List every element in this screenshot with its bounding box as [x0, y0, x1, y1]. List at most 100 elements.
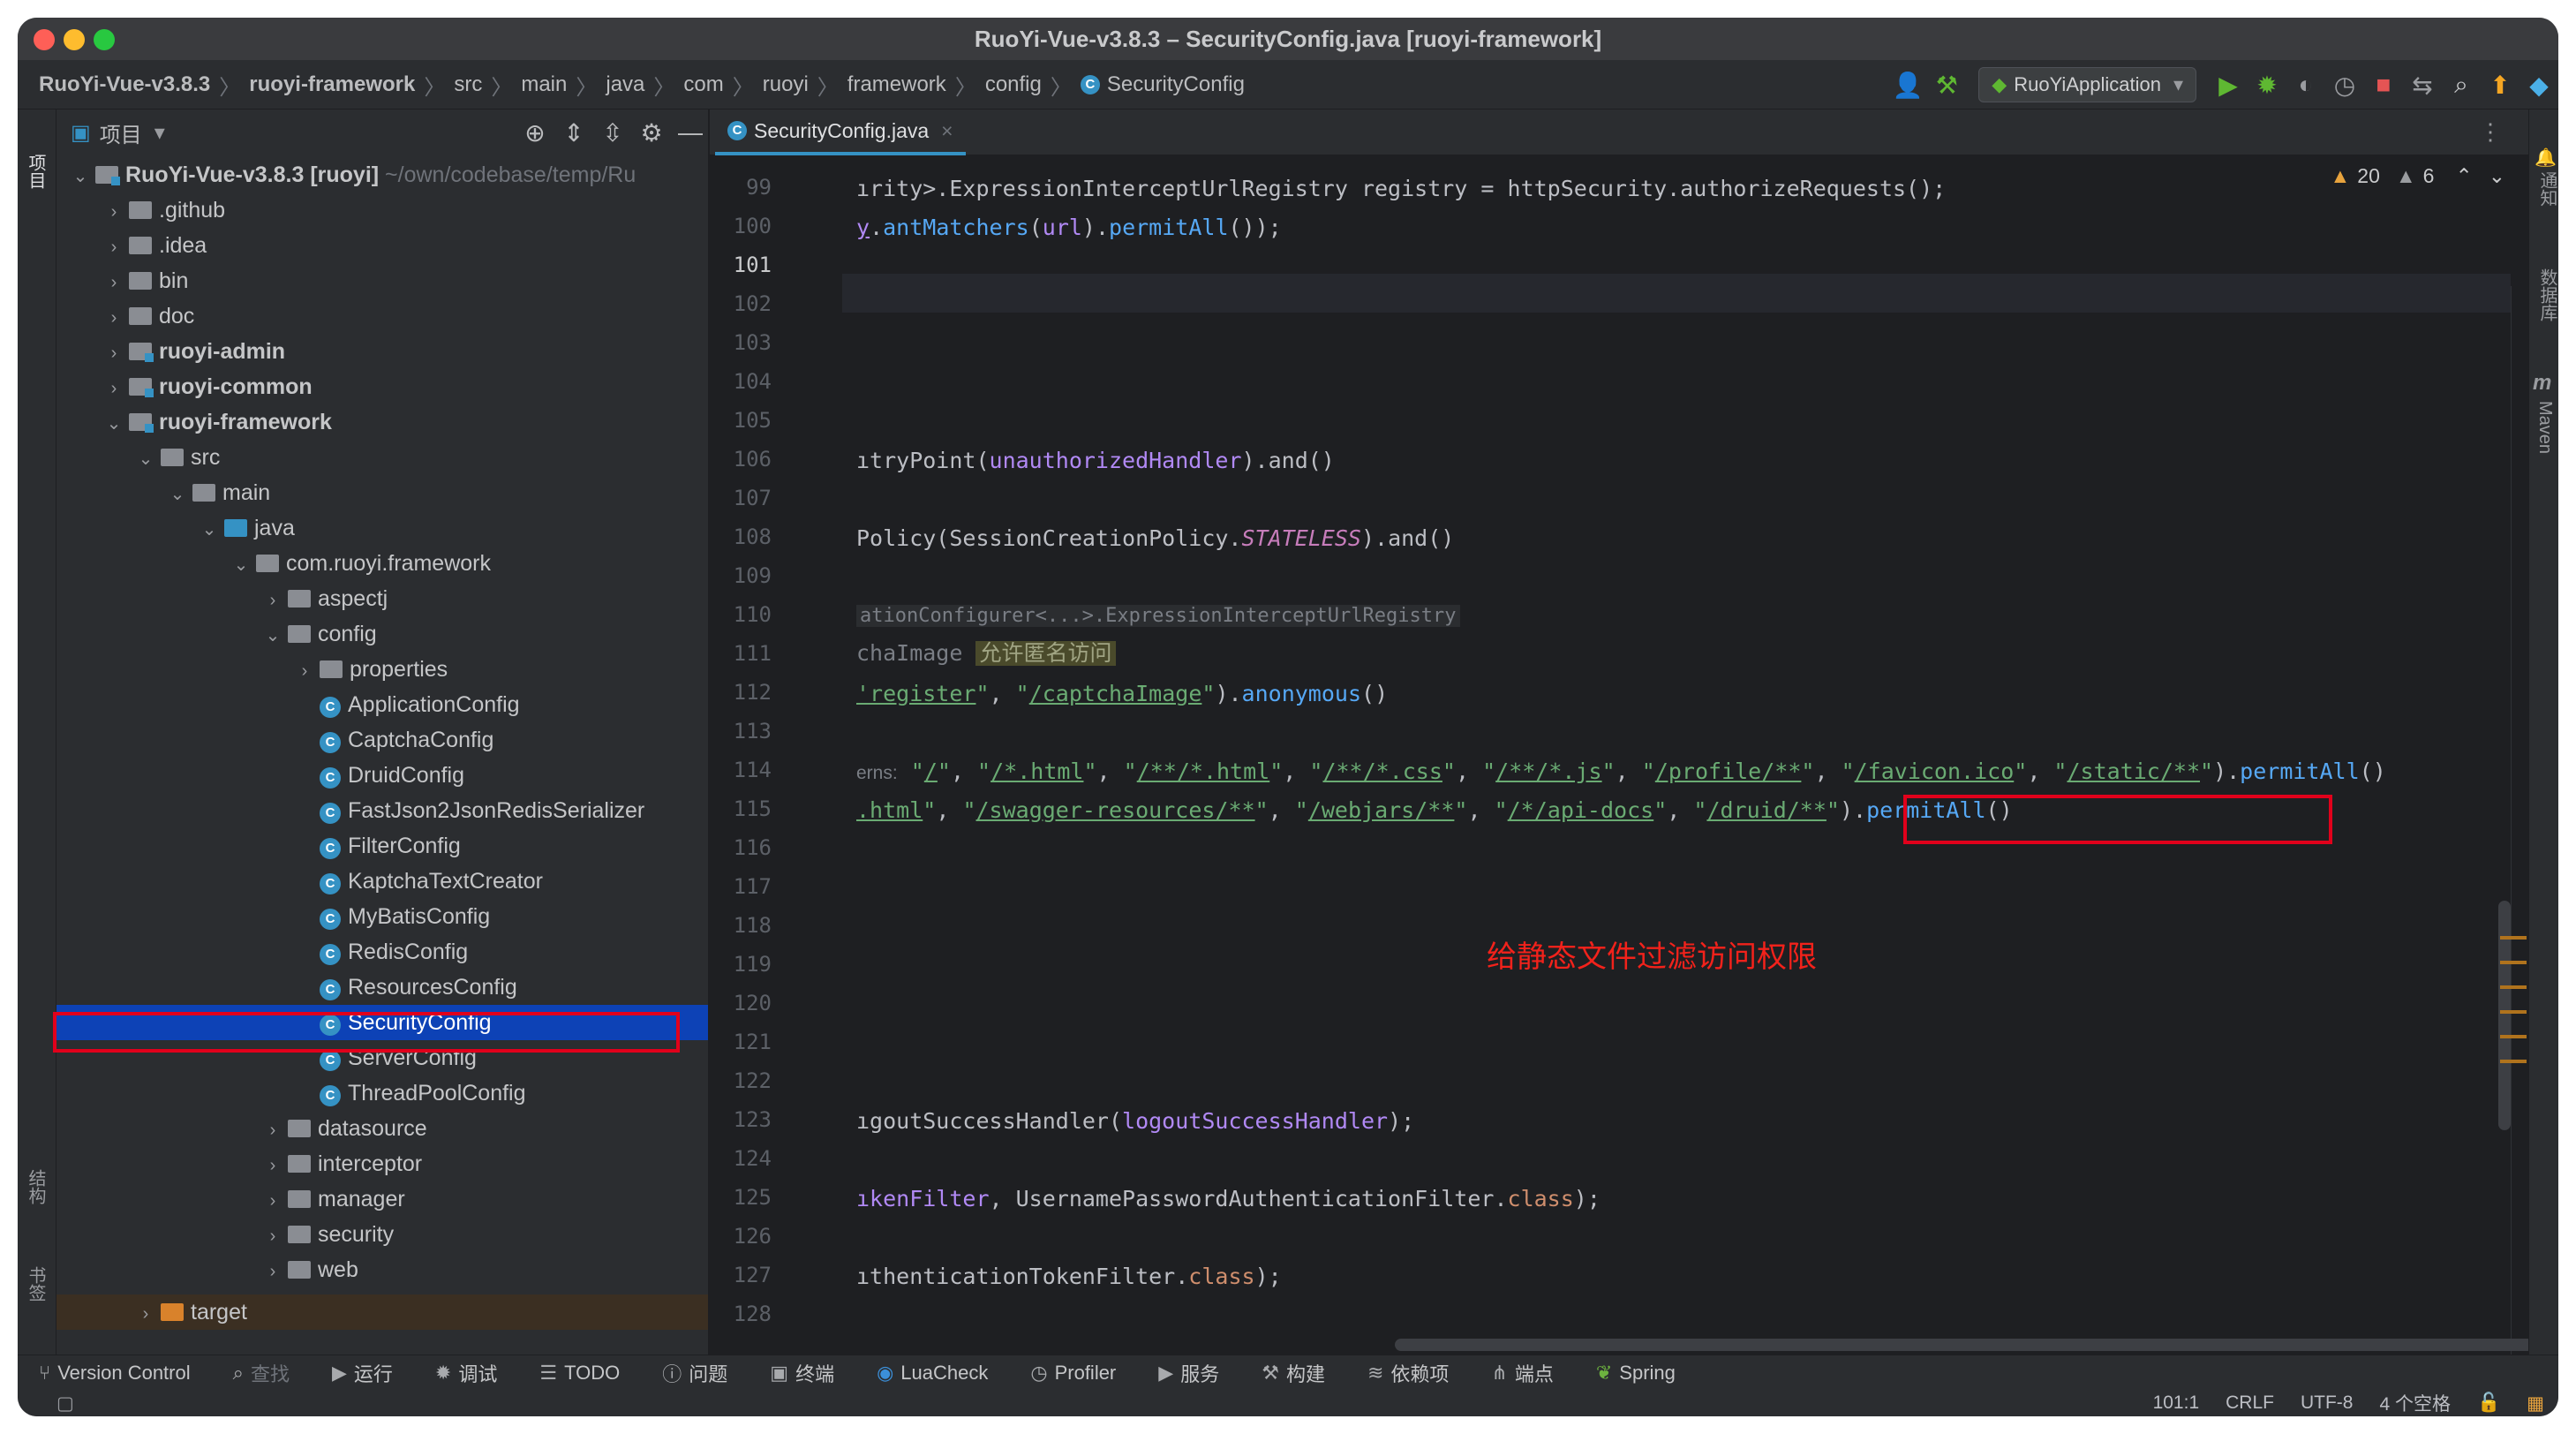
- tool-version-control[interactable]: ⑂ Version Control: [39, 1362, 191, 1385]
- plugin-icon[interactable]: ◆: [2520, 71, 2558, 100]
- collapse-all-icon[interactable]: ⇳: [593, 118, 632, 147]
- tree-node-class[interactable]: C MyBatisConfig: [56, 899, 710, 934]
- tree-node-interceptor[interactable]: › interceptor: [56, 1146, 710, 1181]
- tool-find[interactable]: ⌕ 查找: [233, 1359, 290, 1387]
- tree-node-package[interactable]: ⌄ com.ruoyi.framework: [56, 546, 710, 581]
- tool-spring[interactable]: ❦ Spring: [1596, 1362, 1676, 1385]
- tree-node-ruoyi-admin[interactable]: › ruoyi-admin: [56, 334, 710, 369]
- profile-icon[interactable]: ◷: [2325, 71, 2364, 100]
- tool-terminal[interactable]: ▣ 终端: [770, 1359, 834, 1387]
- breadcrumb-item[interactable]: framework: [847, 72, 946, 97]
- account-icon[interactable]: 👤: [1888, 71, 1927, 100]
- tree-node-github[interactable]: › .github: [56, 192, 710, 228]
- tree-node-properties[interactable]: › properties: [56, 652, 710, 687]
- tree-node-class[interactable]: C DruidConfig: [56, 758, 710, 793]
- tool-debug[interactable]: ✹ 调试: [435, 1359, 497, 1387]
- bell-icon[interactable]: 🔔: [2535, 147, 2557, 169]
- run-icon[interactable]: ▶: [2209, 71, 2248, 100]
- more-options-icon[interactable]: ⋮: [2479, 118, 2502, 146]
- breadcrumb-item[interactable]: com: [683, 72, 723, 97]
- breadcrumb-item[interactable]: src: [454, 72, 482, 97]
- tree-node-class[interactable]: C KaptchaTextCreator: [56, 864, 710, 899]
- scroll-marker: [2500, 1035, 2527, 1038]
- tree-node-datasource[interactable]: › datasource: [56, 1111, 710, 1146]
- breadcrumb-item[interactable]: main: [521, 72, 567, 97]
- tree-node-aspectj[interactable]: › aspectj: [56, 581, 710, 616]
- plugin-status-icon[interactable]: ▦: [2527, 1392, 2544, 1415]
- tool-endpoints[interactable]: ⋔ 端点: [1491, 1359, 1553, 1387]
- project-panel-title[interactable]: 项目: [100, 117, 142, 148]
- coverage-icon[interactable]: ◐: [2286, 71, 2325, 99]
- breadcrumb-item[interactable]: ruoyi: [763, 72, 809, 97]
- project-tool-button[interactable]: 项目: [23, 154, 49, 189]
- tree-node-web[interactable]: › web: [56, 1252, 710, 1287]
- editor-vertical-scrollbar[interactable]: [2498, 901, 2511, 1130]
- close-icon[interactable]: ×: [941, 119, 953, 143]
- gear-icon[interactable]: ⚙: [632, 118, 671, 147]
- locate-file-icon[interactable]: ⊕: [516, 118, 554, 147]
- breadcrumb-item[interactable]: RuoYi-Vue-v3.8.3: [39, 72, 210, 97]
- search-icon[interactable]: ⌕: [2442, 71, 2481, 100]
- breadcrumb-item[interactable]: java: [606, 72, 644, 97]
- tool-build[interactable]: ⚒ 构建: [1262, 1359, 1325, 1387]
- breadcrumb-item[interactable]: SecurityConfig: [1107, 72, 1245, 97]
- tree-node-class[interactable]: C ResourcesConfig: [56, 970, 710, 1005]
- expand-all-icon[interactable]: ⇕: [554, 118, 593, 147]
- tool-todo[interactable]: ☰ TODO: [539, 1362, 620, 1385]
- tree-node-class[interactable]: C ApplicationConfig: [56, 687, 710, 722]
- editor-horizontal-scrollbar[interactable]: [1395, 1339, 2534, 1351]
- tree-node-root[interactable]: ⌄ RuoYi-Vue-v3.8.3 [ruoyi] ~/own/codebase…: [56, 157, 710, 192]
- indent-setting[interactable]: 4 个空格: [2379, 1390, 2451, 1416]
- bookmarks-tool-button[interactable]: 书签: [23, 1266, 49, 1302]
- tree-node-class[interactable]: C FilterConfig: [56, 828, 710, 864]
- tool-profiler[interactable]: ◷ Profiler: [1030, 1362, 1116, 1385]
- tree-node-class[interactable]: C CaptchaConfig: [56, 722, 710, 758]
- tree-node-security[interactable]: › security: [56, 1217, 710, 1252]
- maven-tool-button[interactable]: Maven: [2535, 401, 2555, 454]
- tool-run[interactable]: ▶ 运行: [332, 1359, 393, 1387]
- tree-node-manager[interactable]: › manager: [56, 1181, 710, 1217]
- tree-node-src[interactable]: ⌄ src: [56, 440, 710, 475]
- chevron-down-icon[interactable]: ▾: [154, 120, 165, 146]
- stop-icon[interactable]: ■: [2364, 71, 2403, 99]
- tree-node-class[interactable]: C FastJson2JsonRedisSerializer: [56, 793, 710, 828]
- tree-node-bin[interactable]: › bin: [56, 263, 710, 298]
- update-icon[interactable]: ⬆: [2481, 71, 2520, 100]
- database-tool-button[interactable]: 数据库: [2535, 268, 2558, 321]
- run-config-icon: ◆: [1992, 73, 2007, 95]
- breadcrumb-item[interactable]: ruoyi-framework: [249, 72, 415, 97]
- tool-dependencies[interactable]: ≋ 依赖项: [1367, 1359, 1449, 1387]
- tree-node-target[interactable]: › target: [56, 1294, 710, 1330]
- structure-tool-button[interactable]: 结构: [23, 1169, 49, 1204]
- panel-toggle-icon[interactable]: ▢: [56, 1392, 74, 1415]
- tree-node-ruoyi-common[interactable]: › ruoyi-common: [56, 369, 710, 404]
- tree-node-config[interactable]: ⌄ config: [56, 616, 710, 652]
- tree-node-ruoyi-framework[interactable]: ⌄ ruoyi-framework: [56, 404, 710, 440]
- tool-problems[interactable]: ⓘ 问题: [662, 1359, 727, 1387]
- tree-node-java[interactable]: ⌄ java: [56, 510, 710, 546]
- minimize-window-button[interactable]: [64, 29, 85, 50]
- notifications-tool-button[interactable]: 通知: [2535, 171, 2558, 207]
- translate-icon[interactable]: ⇆: [2403, 71, 2442, 100]
- tool-services[interactable]: ▶ 服务: [1158, 1359, 1219, 1387]
- lock-icon[interactable]: 🔓: [2477, 1392, 2500, 1414]
- debug-icon[interactable]: ✹: [2248, 71, 2286, 100]
- code-area[interactable]: ırity>.ExpressionInterceptUrlRegistry re…: [856, 155, 2516, 1303]
- tool-label: TODO: [564, 1361, 621, 1384]
- tree-node-doc[interactable]: › doc: [56, 298, 710, 334]
- caret-position[interactable]: 101:1: [2153, 1392, 2200, 1414]
- tree-node-class[interactable]: C RedisConfig: [56, 934, 710, 970]
- tree-node-main[interactable]: ⌄ main: [56, 475, 710, 510]
- breadcrumb-item[interactable]: config: [985, 72, 1042, 97]
- tree-node-idea[interactable]: › .idea: [56, 228, 710, 263]
- close-window-button[interactable]: [34, 29, 55, 50]
- tree-node-class[interactable]: C ThreadPoolConfig: [56, 1076, 710, 1111]
- maximize-window-button[interactable]: [94, 29, 115, 50]
- line-ending[interactable]: CRLF: [2226, 1392, 2274, 1414]
- hide-panel-icon[interactable]: —: [671, 118, 710, 147]
- run-configuration-select[interactable]: ◆ RuoYiApplication ▾: [1978, 67, 2196, 102]
- tab-security-config[interactable]: C SecurityConfig.java ×: [715, 109, 966, 155]
- tool-luacheck[interactable]: ◉ LuaCheck: [877, 1362, 988, 1385]
- build-hammer-icon[interactable]: ⚒: [1927, 71, 1966, 100]
- file-encoding[interactable]: UTF-8: [2301, 1392, 2354, 1414]
